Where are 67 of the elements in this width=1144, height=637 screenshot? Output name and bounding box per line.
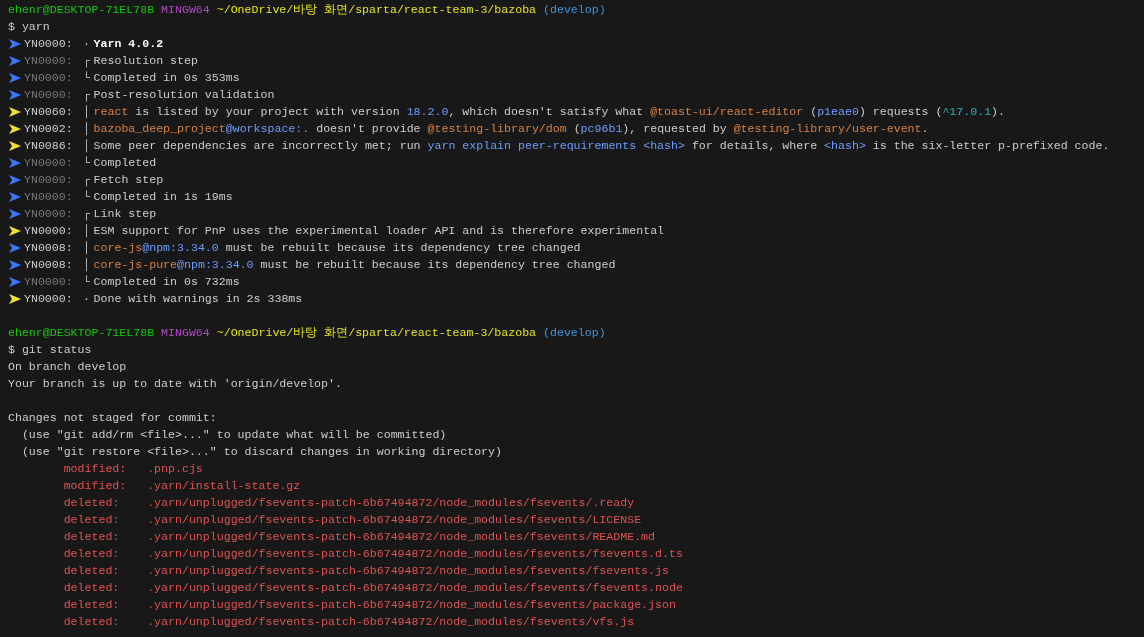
log-message: Completed in 1s 19ms	[93, 189, 233, 205]
tree-glyph: ┌	[82, 53, 92, 69]
changed-file: deleted: .yarn/unplugged/fsevents-patch-6b67494872/node_modules/fsevents/fsevents.node	[62, 580, 683, 596]
tree-glyph: │	[82, 257, 92, 273]
log-code: YN0000:	[24, 172, 73, 188]
log-code: YN0000:	[24, 36, 73, 52]
log-message: Completed in 0s 732ms	[93, 274, 240, 290]
tree-glyph: │	[82, 121, 92, 137]
changed-file: deleted: .yarn/unplugged/fsevents-patch-6b67494872/node_modules/fsevents/package.json	[62, 597, 676, 613]
tree-glyph: │	[82, 240, 92, 256]
prompt-line: ehenr@DESKTOP-71EL78B MINGW64 ~/OneDrive/바탕 화면/sparta/react-team-3/bazoba (develop)	[8, 325, 606, 341]
log-message: Yarn 4.0.2	[93, 36, 164, 52]
log-code: YN0000:	[24, 87, 73, 103]
log-message: ESM support for PnP uses the experimental loader API and is therefore experimental	[93, 223, 665, 239]
log-code: YN0000:	[24, 155, 73, 171]
log-message: Completed	[93, 155, 157, 171]
changed-file: modified: .yarn/install-state.gz	[62, 478, 301, 494]
command-text: $ git status	[8, 342, 92, 358]
command-text: $ yarn	[8, 19, 50, 35]
log-code: YN0008:	[24, 240, 73, 256]
log-message: core-js-pure@npm:3.34.0 must be rebuilt because its dependency tree changed	[93, 257, 616, 273]
tree-glyph: └	[82, 155, 92, 171]
changed-file: deleted: .yarn/unplugged/fsevents-patch-6b67494872/node_modules/fsevents/LICENSE	[62, 512, 642, 528]
log-message: Done with warnings in 2s 338ms	[93, 291, 303, 307]
tree-glyph: ┌	[82, 206, 92, 222]
hint-text: (use "git add/rm <file>..." to update what will be committed)	[20, 427, 447, 443]
tree-glyph: │	[82, 104, 92, 120]
log-code: YN0000:	[24, 53, 73, 69]
log-code: YN0086:	[24, 138, 73, 154]
log-code: YN0002:	[24, 121, 73, 137]
output-text: On branch develop	[8, 359, 127, 375]
log-message: Resolution step	[93, 53, 198, 69]
log-message: Post-resolution validation	[93, 87, 275, 103]
log-code: YN0000:	[24, 206, 73, 222]
log-code: YN0060:	[24, 104, 73, 120]
tree-glyph: └	[82, 189, 92, 205]
log-code: YN0008:	[24, 257, 73, 273]
changed-file: modified: .pnp.cjs	[62, 461, 203, 477]
log-code: YN0000:	[24, 70, 73, 86]
log-code: YN0000:	[24, 223, 73, 239]
prompt-line: ehenr@DESKTOP-71EL78B MINGW64 ~/OneDrive/바탕 화면/sparta/react-team-3/bazoba (develop)	[8, 2, 606, 18]
log-code: YN0000:	[24, 291, 73, 307]
changed-file: deleted: .yarn/unplugged/fsevents-patch-6b67494872/node_modules/fsevents/fsevents.d.ts	[62, 546, 683, 562]
log-message: Link step	[93, 206, 157, 222]
tree-glyph: ·	[82, 36, 92, 52]
log-code: YN0000:	[24, 274, 73, 290]
log-message: Some peer dependencies are incorrectly met; run yarn explain peer-requirements <hash> for details, where <hash> is the six-letter p-prefixed code.	[93, 138, 1110, 154]
tree-glyph: └	[82, 70, 92, 86]
tree-glyph: ┌	[82, 172, 92, 188]
tree-glyph: └	[82, 274, 92, 290]
changed-file: deleted: .yarn/unplugged/fsevents-patch-6b67494872/node_modules/fsevents/README.md	[62, 529, 656, 545]
log-message: react is listed by your project with version 18.2.0, which doesn't satisfy what @toast-ui/react-editor (p1eae0) requests (^17.0.1).	[93, 104, 1005, 120]
changed-file: deleted: .yarn/unplugged/fsevents-patch-6b67494872/node_modules/fsevents/.ready	[62, 495, 635, 511]
tree-glyph: │	[82, 223, 92, 239]
changed-file: deleted: .yarn/unplugged/fsevents-patch-6b67494872/node_modules/fsevents/vfs.js	[62, 614, 635, 630]
output-text: Your branch is up to date with 'origin/develop'.	[8, 376, 342, 392]
log-message: Completed in 0s 353ms	[93, 70, 240, 86]
tree-glyph: ·	[82, 291, 92, 307]
log-message: core-js@npm:3.34.0 must be rebuilt because its dependency tree changed	[93, 240, 581, 256]
hint-text: (use "git restore <file>..." to discard changes in working directory)	[20, 444, 502, 460]
log-code: YN0000:	[24, 189, 73, 205]
log-message: Fetch step	[93, 172, 164, 188]
tree-glyph: ┌	[82, 87, 92, 103]
tree-glyph: │	[82, 138, 92, 154]
output-text: Changes not staged for commit:	[8, 410, 217, 426]
changed-file: deleted: .yarn/unplugged/fsevents-patch-6b67494872/node_modules/fsevents/fsevents.js	[62, 563, 669, 579]
log-message: bazoba_deep_project@workspace:. doesn't provide @testing-library/dom (pc96b1), requested by @testing-library/user-event.	[93, 121, 929, 137]
